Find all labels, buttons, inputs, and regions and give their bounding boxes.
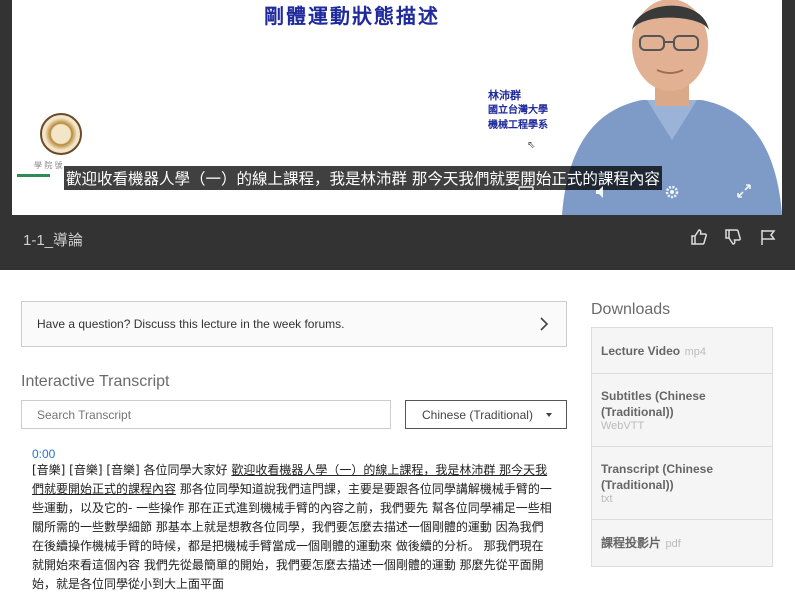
progress-bar[interactable]: [17, 174, 51, 177]
settings-gear-icon[interactable]: [664, 184, 680, 200]
transcript-timestamp[interactable]: 0:00: [32, 447, 55, 461]
lecture-title: 1-1_導論: [23, 232, 84, 249]
download-type: pdf: [665, 538, 681, 550]
presenter-affiliation: 國立台灣大學: [488, 105, 548, 116]
presenter-card: 林沛群 國立台灣大學 機械工程學系: [488, 88, 548, 133]
language-select[interactable]: Chinese (Traditional): [405, 400, 567, 429]
fullscreen-icon[interactable]: [737, 184, 751, 198]
forum-question-link[interactable]: Have a question? Discuss this lecture in…: [21, 301, 567, 347]
time-separator: /: [145, 189, 149, 205]
download-title: Subtitles (Chinese (Traditional)): [601, 389, 706, 419]
download-type: txt: [601, 493, 613, 505]
download-item[interactable]: 課程投影片 pdf: [591, 519, 773, 567]
transcript-text-after: 那各位同學知道說我們這門課，主要是要跟各位同學講解機械手臂的一些運動，以及它的-…: [32, 482, 552, 591]
language-select-value: Chinese (Traditional): [422, 408, 533, 422]
download-type: mp4: [684, 346, 706, 358]
thumbs-down-icon[interactable]: [724, 228, 742, 246]
download-title: Lecture Video: [601, 344, 681, 358]
download-title: 課程投影片: [601, 536, 662, 550]
play-icon[interactable]: [40, 184, 54, 198]
downloads-heading: Downloads: [591, 301, 671, 318]
transcript-text-before: [音樂] [音樂] [音樂] 各位同學大家好: [32, 463, 232, 477]
transcript-heading: Interactive Transcript: [21, 373, 170, 390]
caret-down-icon: [546, 413, 552, 417]
download-type: WebVTT: [601, 420, 645, 432]
thumbs-up-icon[interactable]: [690, 228, 708, 246]
question-prompt: Have a question? Discuss this lecture in…: [37, 317, 345, 331]
transcript-search-input[interactable]: [21, 400, 391, 429]
captions-icon[interactable]: [518, 186, 534, 198]
current-time: 0:18: [97, 189, 126, 205]
cursor-icon: ⇖: [527, 140, 536, 151]
university-seal: [40, 113, 82, 155]
presenter-department: 機械工程學系: [488, 120, 548, 131]
volume-icon[interactable]: [595, 185, 609, 199]
seal-caption: 學 院 號: [34, 161, 63, 170]
chevron-right-icon: [540, 317, 549, 331]
player-controls: [12, 178, 782, 208]
download-title: Transcript (Chinese (Traditional)): [601, 462, 714, 492]
download-item[interactable]: Subtitles (Chinese (Traditional)) WebVTT: [591, 373, 773, 447]
duration: 6:54: [172, 189, 201, 205]
flag-icon[interactable]: [759, 228, 777, 246]
presenter-name: 林沛群: [488, 89, 521, 102]
download-item[interactable]: Transcript (Chinese (Traditional)) txt: [591, 446, 773, 520]
downloads-list: Lecture Video mp4 Subtitles (Chinese (Tr…: [591, 327, 773, 567]
video-player[interactable]: 剛體運動狀態描述 學 院 號 林沛群 國立台灣大學 機械工程學系 ⇖ 歡迎收看機…: [12, 0, 782, 215]
transcript-paragraph[interactable]: [音樂] [音樂] [音樂] 各位同學大家好 歡迎收看機器人學（一）的線上課程，…: [32, 461, 554, 594]
download-item[interactable]: Lecture Video mp4: [591, 327, 773, 374]
